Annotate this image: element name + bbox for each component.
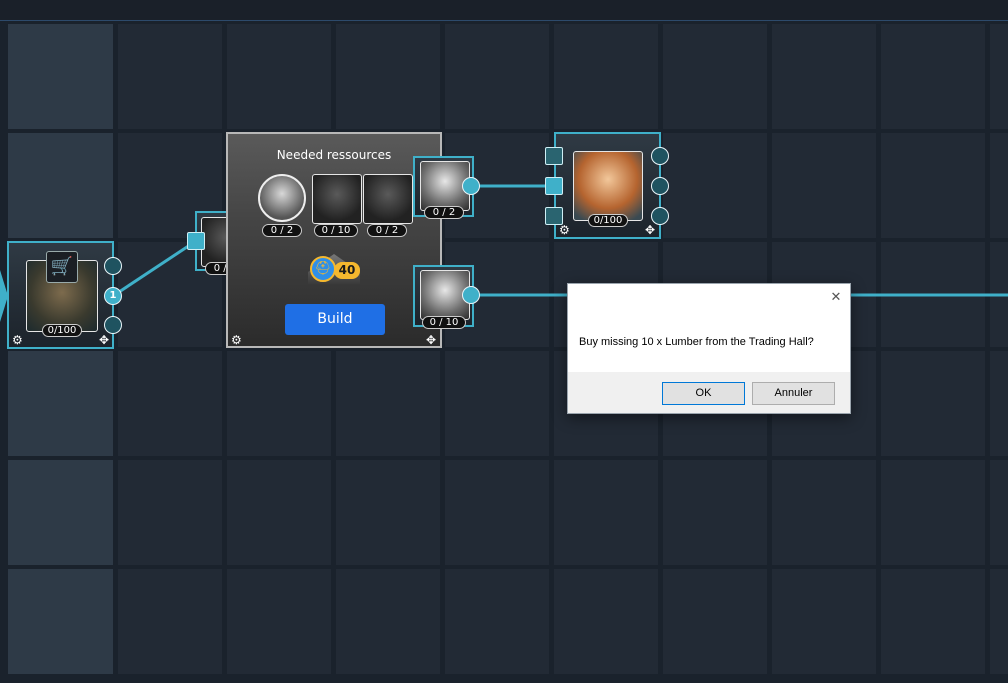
input-port[interactable]: [187, 232, 205, 250]
output-port-numbered[interactable]: 1: [104, 287, 122, 305]
output-top-count: 0 / 2: [424, 206, 464, 219]
build-button[interactable]: Build: [285, 304, 385, 335]
stone-blocks-icon: [312, 174, 362, 224]
cancel-button[interactable]: Annuler: [752, 382, 835, 405]
move-handle-icon[interactable]: ✥: [426, 334, 436, 346]
input-port[interactable]: [545, 177, 563, 195]
output-port[interactable]: [651, 147, 669, 165]
portrait-capacity: 0/100: [588, 214, 628, 227]
connection-wires: [0, 184, 1008, 322]
output-port[interactable]: [651, 177, 669, 195]
ok-button[interactable]: OK: [662, 382, 745, 405]
close-icon[interactable]: ✕: [826, 288, 846, 308]
worker-icon: [258, 174, 306, 222]
move-handle-icon[interactable]: ✥: [645, 224, 655, 236]
output-port[interactable]: [104, 257, 122, 275]
lumber-count: 0 / 2: [367, 224, 407, 237]
move-handle-icon[interactable]: ✥: [99, 334, 109, 346]
output-bottom-count: 0 / 10: [422, 316, 466, 329]
construction-helmet-icon: ⛑: [310, 256, 336, 282]
settings-gear-icon[interactable]: ⚙: [231, 334, 242, 346]
output-port[interactable]: [104, 316, 122, 334]
market-capacity: 0/100: [42, 324, 82, 337]
cart-icon[interactable]: 🛒: [46, 251, 78, 283]
portrait-node[interactable]: 0/100 ⚙ ✥: [554, 132, 661, 239]
wire-market-to-builder: [112, 239, 197, 298]
build-cost-badge: 40: [334, 262, 360, 279]
worker-count: 0 / 2: [262, 224, 302, 237]
builder-panel[interactable]: Needed ressources 0 / 2 0 / 10 0 / 2 ⛑ 4…: [226, 132, 442, 348]
output-port[interactable]: [651, 207, 669, 225]
needed-resources-title: Needed ressources: [276, 148, 392, 162]
input-port[interactable]: [545, 147, 563, 165]
output-port[interactable]: [462, 286, 480, 304]
dialog-message: Buy missing 10 x Lumber from the Trading…: [579, 336, 814, 348]
confirm-dialog: ✕ Buy missing 10 x Lumber from the Tradi…: [567, 283, 851, 414]
stone-count: 0 / 10: [314, 224, 358, 237]
sculpture-image: [573, 151, 643, 221]
output-port[interactable]: [462, 177, 480, 195]
input-port[interactable]: [545, 207, 563, 225]
settings-gear-icon[interactable]: ⚙: [559, 224, 570, 236]
lumber-icon: [363, 174, 413, 224]
market-node[interactable]: 🛒 0/100 ⚙ ✥: [7, 241, 114, 349]
settings-gear-icon[interactable]: ⚙: [12, 334, 23, 346]
